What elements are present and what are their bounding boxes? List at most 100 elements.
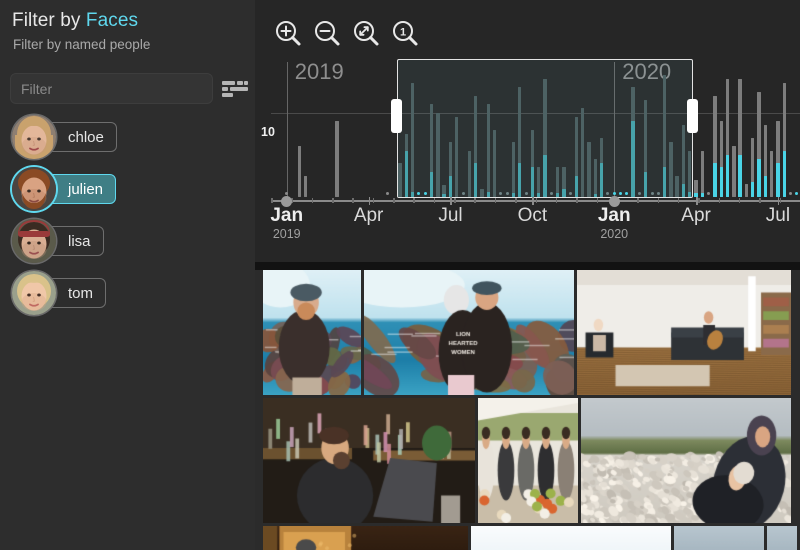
chart-bar bbox=[518, 87, 521, 197]
chart-bar-filtered-segment bbox=[430, 172, 433, 197]
axis-tick bbox=[312, 198, 314, 203]
chart-bar bbox=[405, 134, 408, 197]
chart-bar bbox=[493, 130, 496, 198]
avatar-julien[interactable] bbox=[12, 167, 56, 211]
histogram-plot[interactable]: 20192020 bbox=[271, 62, 800, 197]
photo-bright-sky[interactable] bbox=[471, 526, 671, 550]
chart-bar bbox=[531, 130, 534, 198]
face-item-chloe[interactable]: chloe bbox=[12, 115, 117, 159]
chart-bar bbox=[468, 151, 471, 197]
photo-grid[interactable] bbox=[255, 270, 800, 550]
axis-tick bbox=[780, 198, 782, 203]
axis-label-jul: Jul bbox=[766, 205, 790, 227]
chart-bar-minimal bbox=[424, 192, 427, 195]
selection-handle-right[interactable] bbox=[687, 99, 698, 133]
chart-bar-filtered-segment bbox=[631, 121, 634, 197]
zoom-in-icon[interactable] bbox=[273, 18, 303, 48]
chart-bar-filtered-segment bbox=[663, 167, 666, 197]
page-title-accent: Faces bbox=[86, 10, 138, 31]
zoom-out-icon[interactable] bbox=[312, 18, 342, 48]
axis-tick bbox=[739, 198, 741, 203]
chart-bar bbox=[556, 167, 559, 197]
chart-bar-filtered-segment bbox=[783, 151, 786, 197]
axis-tick bbox=[352, 198, 354, 203]
chart-bar bbox=[537, 167, 540, 197]
axis-label-year: 2020 bbox=[598, 227, 631, 242]
chart-bar-minimal bbox=[613, 192, 616, 195]
chart-bar-minimal bbox=[506, 192, 509, 195]
axis-label-month: Apr bbox=[681, 205, 711, 227]
axis-tick-major bbox=[778, 197, 780, 205]
zoom-fit-icon[interactable] bbox=[351, 18, 381, 48]
photo-workshop-man[interactable] bbox=[263, 526, 468, 550]
chart-bar-filtered-segment bbox=[720, 167, 723, 197]
chart-bar bbox=[745, 184, 748, 197]
avatar-lisa[interactable] bbox=[12, 219, 56, 263]
face-item-julien[interactable]: julien bbox=[12, 167, 116, 211]
chart-bar bbox=[720, 121, 723, 197]
chart-bar bbox=[581, 108, 584, 197]
chart-bar bbox=[562, 167, 565, 197]
chart-bar-filtered-segment bbox=[726, 155, 729, 197]
year-label: 2019 bbox=[295, 59, 344, 85]
chart-bar-filtered-segment bbox=[600, 163, 603, 197]
face-item-lisa[interactable]: lisa bbox=[12, 219, 104, 263]
chart-bar-minimal bbox=[417, 192, 420, 195]
chart-bar-filtered-segment bbox=[713, 163, 716, 197]
photo-couple-beach-jacket[interactable] bbox=[364, 270, 574, 395]
chart-gridline bbox=[271, 113, 800, 114]
axis-label-month: Jan bbox=[598, 205, 631, 227]
chart-bar-minimal bbox=[707, 192, 710, 195]
avatar-chloe[interactable] bbox=[12, 115, 56, 159]
avatar-tom[interactable] bbox=[12, 271, 56, 315]
axis-tick bbox=[373, 198, 375, 203]
axis-label-month: Jul bbox=[766, 205, 790, 227]
axis-tick-major bbox=[369, 197, 371, 205]
axis-tick bbox=[332, 198, 334, 203]
axis-label-month: Apr bbox=[354, 205, 384, 227]
year-divider bbox=[614, 62, 615, 197]
photo-livingroom-guitar[interactable] bbox=[577, 270, 791, 395]
axis-label-month: Oct bbox=[518, 205, 548, 227]
axis-tick bbox=[698, 198, 700, 203]
photo-edge-clip[interactable] bbox=[767, 526, 797, 550]
chart-bar bbox=[776, 121, 779, 197]
axis-tick bbox=[536, 198, 538, 203]
axis-tick bbox=[515, 198, 517, 203]
axis-tick bbox=[495, 198, 497, 203]
search-input[interactable] bbox=[10, 73, 213, 104]
chart-bar bbox=[455, 117, 458, 197]
chart-bar-filtered-segment bbox=[738, 155, 741, 197]
zoom-reset-icon[interactable]: 1 bbox=[390, 18, 420, 48]
photo-group-outdoor-table[interactable] bbox=[478, 398, 578, 523]
chart-bar bbox=[738, 79, 741, 197]
axis-tick bbox=[637, 198, 639, 203]
axis-tick bbox=[597, 198, 599, 203]
face-item-tom[interactable]: tom bbox=[12, 271, 106, 315]
photo-man-laptop-cafe[interactable] bbox=[263, 398, 475, 523]
chart-bar bbox=[487, 104, 490, 197]
axis-tick bbox=[719, 198, 721, 203]
photo-couple-pebble-beach[interactable] bbox=[581, 398, 791, 523]
axis-tick bbox=[678, 198, 680, 203]
photo-sky-figure[interactable] bbox=[674, 526, 764, 550]
chart-bar bbox=[669, 142, 672, 197]
axis-label-apr: Apr bbox=[354, 205, 384, 227]
chart-bar bbox=[436, 113, 439, 197]
year-divider bbox=[287, 62, 288, 197]
zoom-toolbar: 1 bbox=[273, 18, 420, 54]
axis-label-apr: Apr bbox=[681, 205, 711, 227]
chart-bar bbox=[430, 104, 433, 197]
axis-tick bbox=[434, 198, 436, 203]
chart-bar bbox=[713, 96, 716, 197]
chart-bar-filtered-segment bbox=[518, 163, 521, 197]
chart-bar bbox=[783, 83, 786, 197]
chart-bar-minimal bbox=[625, 192, 628, 195]
photo-man-beach-walking[interactable] bbox=[263, 270, 361, 395]
selection-handle-left[interactable] bbox=[391, 99, 402, 133]
chart-bar-filtered-segment bbox=[405, 151, 408, 197]
axis-label-jan: Jan2020 bbox=[598, 205, 631, 242]
list-settings-icon[interactable] bbox=[222, 80, 248, 98]
app-root: Filter by Faces Filter by named people c… bbox=[0, 0, 800, 550]
chart-bar bbox=[594, 159, 597, 197]
